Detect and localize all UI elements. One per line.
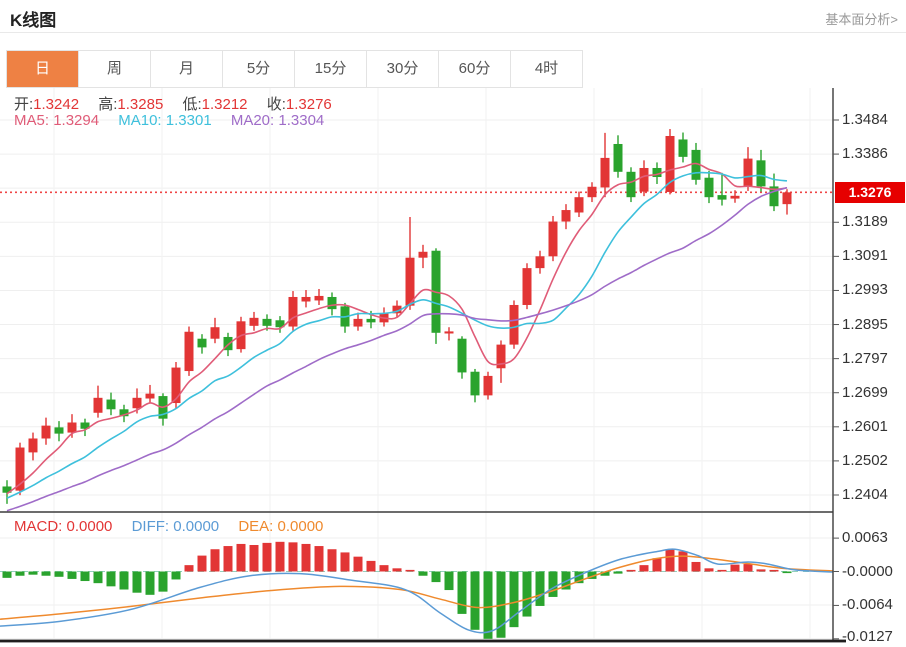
low-value: 1.3212 <box>201 96 248 113</box>
macd-label: MACD: <box>14 518 63 535</box>
price-tick-label: 1.2502 <box>842 451 888 469</box>
price-tick-label: 1.2895 <box>842 315 888 333</box>
macd-tick-label: -0.0064 <box>842 596 893 614</box>
macd-value: 0.0000 <box>66 518 113 535</box>
open-pair: 开:1.3242 <box>14 96 79 113</box>
price-tick-label: 1.2797 <box>842 349 888 367</box>
ma20-line <box>6 186 788 512</box>
dea-value: 0.0000 <box>277 518 324 535</box>
ma20-label: MA20: <box>230 112 275 129</box>
ma5-line <box>6 162 788 495</box>
price-tick-label: 1.2993 <box>842 281 888 299</box>
macd-tick-label: -0.0127 <box>842 628 893 645</box>
kline-page: K线图 基本面分析> 日周月 5分 15分 30分 60分 4时 开:1.3242 高:1… <box>0 0 906 647</box>
current-price-badge: 1.3276 <box>835 181 905 203</box>
ma10-line <box>6 171 788 499</box>
close-label: 收: <box>266 96 286 113</box>
close-pair: 收:1.3276 <box>267 96 332 113</box>
ohlc-legend: 开:1.3242 高:1.3285 低:1.3212 收:1.3276 <box>14 93 347 114</box>
price-tick-label: 1.3484 <box>842 111 888 128</box>
price-tick-label: 1.3091 <box>842 247 888 265</box>
dea-label: DEA: <box>238 518 274 535</box>
ma10-value: 1.3301 <box>165 112 212 129</box>
diff-value: 0.0000 <box>173 518 220 535</box>
diff-label: DIFF: <box>131 518 170 535</box>
ma5-value: 1.3294 <box>53 112 100 129</box>
price-tick-label: 1.3386 <box>842 145 888 163</box>
low-pair: 低:1.3212 <box>182 96 247 113</box>
price-tick-label: 1.2404 <box>842 485 888 503</box>
macd-legend: MACD: 0.0000 DIFF: 0.0000 DEA: 0.0000 <box>14 518 338 535</box>
open-label: 开: <box>14 96 34 113</box>
diff-line <box>0 548 834 634</box>
dea-pair: DEA: 0.0000 <box>238 518 323 535</box>
diff-pair: DIFF: 0.0000 <box>132 518 220 535</box>
high-label: 高: <box>98 96 118 113</box>
ma10-label: MA10: <box>118 112 162 129</box>
ma5-label: MA5: <box>14 112 50 129</box>
open-value: 1.3242 <box>33 96 80 113</box>
ma20-value: 1.3304 <box>278 112 325 129</box>
macd-tick-label: -0.0000 <box>842 562 893 580</box>
price-tick-label: 1.2601 <box>842 417 888 435</box>
ma-legend: MA5: 1.3294 MA10: 1.3301 MA20: 1.3304 <box>14 112 339 129</box>
high-value: 1.3285 <box>117 96 164 113</box>
price-tick-label: 1.2699 <box>842 383 888 401</box>
price-tick-label: 1.3189 <box>842 213 888 231</box>
macd-pair: MACD: 0.0000 <box>14 518 112 535</box>
ma20-pair: MA20: 1.3304 <box>231 112 324 129</box>
low-label: 低: <box>182 96 202 113</box>
close-value: 1.3276 <box>285 96 332 113</box>
high-pair: 高:1.3285 <box>98 96 163 113</box>
chart-area: 开:1.3242 高:1.3285 低:1.3212 收:1.3276 MA5:… <box>0 88 906 647</box>
ma10-pair: MA10: 1.3301 <box>118 112 211 129</box>
macd-tick-label: 0.0063 <box>842 529 888 547</box>
ma5-pair: MA5: 1.3294 <box>14 112 99 129</box>
